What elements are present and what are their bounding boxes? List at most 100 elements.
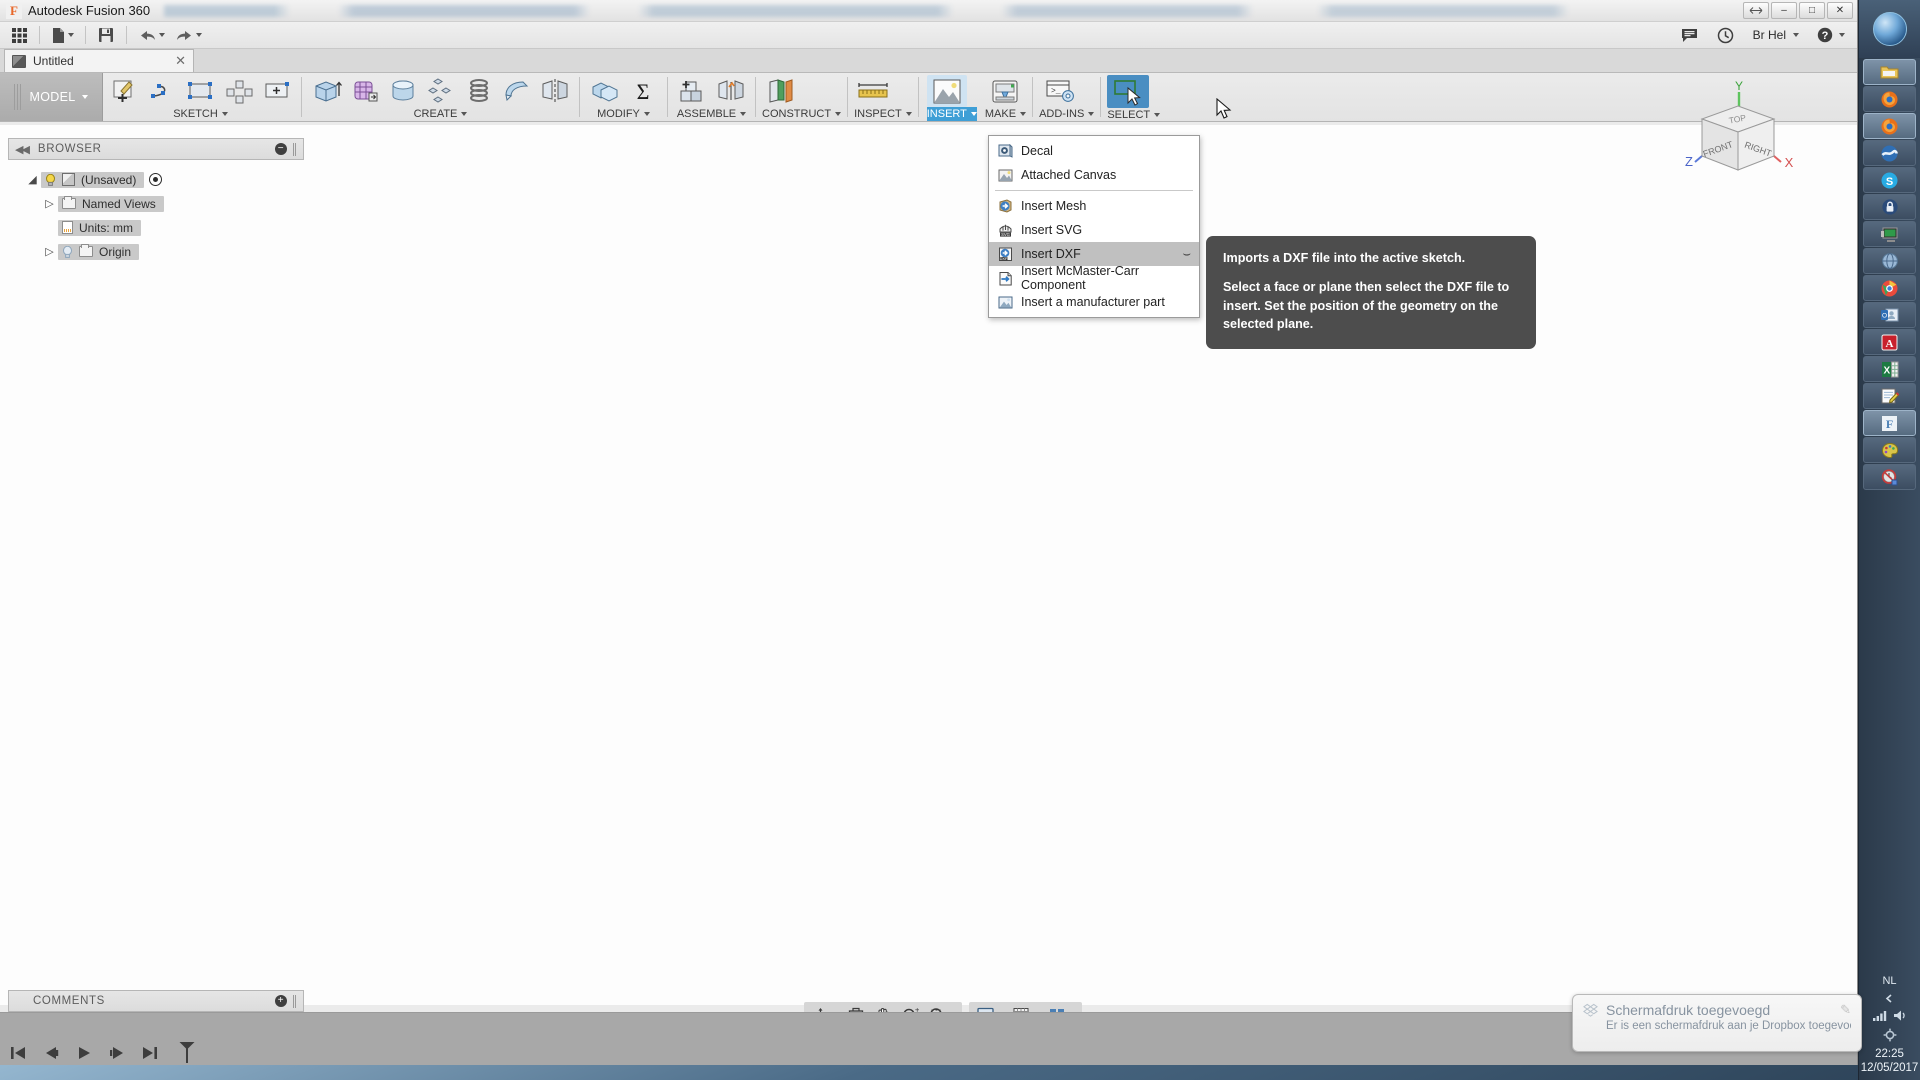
save-button[interactable] — [93, 23, 119, 47]
network-tray-icon[interactable] — [1872, 1009, 1887, 1022]
revolve-icon[interactable] — [346, 75, 383, 107]
tray-action-center[interactable] — [1859, 1025, 1920, 1045]
joint-icon[interactable] — [712, 75, 749, 107]
minimize-button[interactable]: – — [1771, 2, 1797, 19]
parameters-sigma-icon[interactable]: Σ — [624, 75, 661, 107]
close-tab-icon[interactable]: ✕ — [175, 53, 186, 69]
windows-start-button[interactable] — [1859, 0, 1920, 58]
ribbon-group-label-select[interactable]: SELECT — [1107, 108, 1161, 122]
new-component-icon[interactable] — [674, 75, 711, 107]
chevron-down-icon[interactable] — [196, 33, 202, 37]
ribbon-group-label-make[interactable]: MAKE — [985, 107, 1027, 121]
combine-icon[interactable] — [586, 75, 623, 107]
insert-image-icon[interactable] — [926, 75, 967, 107]
chevron-down-icon[interactable] — [905, 112, 912, 116]
excel-icon[interactable]: X — [1863, 356, 1916, 382]
ribbon-group-label-create[interactable]: CREATE — [308, 107, 573, 121]
chrome-icon[interactable] — [1863, 275, 1916, 301]
chevron-down-icon[interactable] — [1088, 112, 1095, 116]
outlook-icon[interactable]: O — [1863, 302, 1916, 328]
view-cube[interactable]: Y Z X TOP FRONT RIGHT — [1679, 78, 1799, 188]
timeline-marker-icon[interactable] — [179, 1042, 195, 1064]
redo-button[interactable] — [171, 23, 206, 47]
menu-item-mcmaster-carr[interactable]: Insert McMaster-Carr Component — [989, 264, 1199, 292]
loft-icon[interactable] — [384, 75, 421, 107]
ribbon-group-label-inspect[interactable]: INSPECT — [854, 107, 912, 121]
document-tab-untitled[interactable]: Untitled ✕ — [4, 49, 194, 72]
pattern-icon[interactable] — [422, 75, 459, 107]
coil-icon[interactable] — [460, 75, 497, 107]
chevron-down-icon[interactable] — [1020, 112, 1027, 116]
undo-button[interactable] — [134, 23, 169, 47]
go-to-beginning-icon[interactable] — [8, 1045, 27, 1061]
go-to-end-icon[interactable] — [140, 1045, 159, 1061]
firefox-icon[interactable] — [1863, 86, 1916, 112]
restore-group-button[interactable] — [1743, 2, 1769, 19]
chevron-down-icon[interactable] — [643, 112, 650, 116]
chevron-down-icon[interactable] — [970, 112, 977, 116]
volume-tray-icon[interactable] — [1893, 1009, 1907, 1022]
chevron-down-icon[interactable] — [1154, 113, 1161, 117]
notepad-edit-icon[interactable] — [1863, 383, 1916, 409]
pin-icon[interactable]: ✎ — [1840, 1002, 1851, 1018]
origin-toggle-icon[interactable] — [149, 173, 163, 186]
expander-closed-icon[interactable]: ▷ — [41, 245, 58, 258]
chevron-down-icon[interactable] — [159, 33, 165, 37]
taskbar-clock[interactable]: 22:25 12/05/2017 — [1859, 1045, 1920, 1080]
menu-item-manufacturer-part[interactable]: Insert a manufacturer part — [989, 290, 1199, 314]
add-comment-icon[interactable]: + — [275, 995, 287, 1007]
play-icon[interactable] — [74, 1045, 93, 1061]
tree-row-units[interactable]: Units: mm — [8, 218, 304, 237]
rectangle-icon[interactable] — [182, 75, 219, 107]
expander-open-icon[interactable]: ◢ — [24, 173, 41, 186]
scripts-addins-icon[interactable]: >_ — [1039, 75, 1083, 107]
chevron-down-icon[interactable] — [835, 112, 842, 116]
3d-print-icon[interactable] — [985, 75, 1025, 107]
chevron-down-icon[interactable] — [1793, 33, 1799, 37]
chevron-down-icon[interactable] — [221, 112, 228, 116]
windows-start-orb[interactable] — [1872, 12, 1907, 46]
lightbulb-on-icon[interactable] — [45, 173, 56, 186]
panel-resize-grip[interactable] — [293, 994, 297, 1008]
chevron-down-icon[interactable] — [82, 95, 89, 99]
disabled-clock-icon[interactable] — [1863, 464, 1916, 490]
app-grid-button[interactable] — [6, 23, 32, 47]
user-menu-button[interactable]: Br Hel — [1749, 23, 1803, 47]
create-sketch-icon[interactable] — [106, 75, 143, 107]
tree-row-origin[interactable]: ▷ Origin — [8, 242, 304, 261]
ribbon-group-label-addins[interactable]: ADD-INS — [1039, 107, 1095, 121]
menu-item-insert-mesh[interactable]: Insert Mesh — [989, 194, 1199, 218]
chevron-down-icon[interactable] — [68, 33, 74, 37]
remote-desktop-icon[interactable] — [1863, 221, 1916, 247]
workspace-switcher-button[interactable]: MODEL — [0, 73, 103, 121]
step-forward-icon[interactable] — [107, 1045, 126, 1061]
tree-row-unsaved[interactable]: ◢ (Unsaved) — [8, 170, 304, 189]
firefox-icon[interactable] — [1863, 113, 1916, 139]
ribbon-group-label-sketch[interactable]: SKETCH — [106, 107, 295, 121]
tray-show-hidden[interactable] — [1859, 991, 1920, 1006]
panel-resize-grip[interactable] — [293, 142, 297, 156]
fusion360-icon[interactable]: F — [1863, 410, 1916, 436]
language-indicator[interactable]: NL — [1859, 971, 1920, 991]
chevron-down-icon[interactable] — [461, 112, 468, 116]
sketch-pattern-icon[interactable] — [220, 75, 257, 107]
internet-browser-icon[interactable] — [1863, 140, 1916, 166]
mirror-icon[interactable] — [536, 75, 573, 107]
help-button[interactable]: ? — [1813, 23, 1849, 47]
ribbon-group-label-construct[interactable]: CONSTRUCT — [762, 107, 842, 121]
ribbon-group-label-modify[interactable]: MODIFY — [586, 107, 661, 121]
panel-options-icon[interactable]: − — [275, 143, 287, 155]
ribbon-group-label-insert[interactable]: INSERT — [926, 107, 977, 121]
chevron-down-icon[interactable] — [1839, 33, 1845, 37]
select-arrow-icon[interactable] — [1107, 75, 1150, 108]
menu-item-attached-canvas[interactable]: Attached Canvas — [989, 163, 1199, 187]
new-document-button[interactable] — [47, 23, 78, 47]
sketch-dimension-icon[interactable] — [258, 75, 295, 107]
menu-item-insert-svg[interactable]: SVG Insert SVG — [989, 218, 1199, 242]
collapse-left-icon[interactable]: ◀◀ — [15, 143, 30, 156]
tree-row-named-views[interactable]: ▷ Named Views — [8, 194, 304, 213]
expander-closed-icon[interactable]: ▷ — [41, 197, 58, 210]
tree-item-units[interactable]: Units: mm — [58, 219, 141, 236]
ribbon-group-label-assemble[interactable]: ASSEMBLE — [674, 107, 749, 121]
menu-item-insert-dxf[interactable]: DXF Insert DXF ⌣ — [989, 242, 1199, 266]
